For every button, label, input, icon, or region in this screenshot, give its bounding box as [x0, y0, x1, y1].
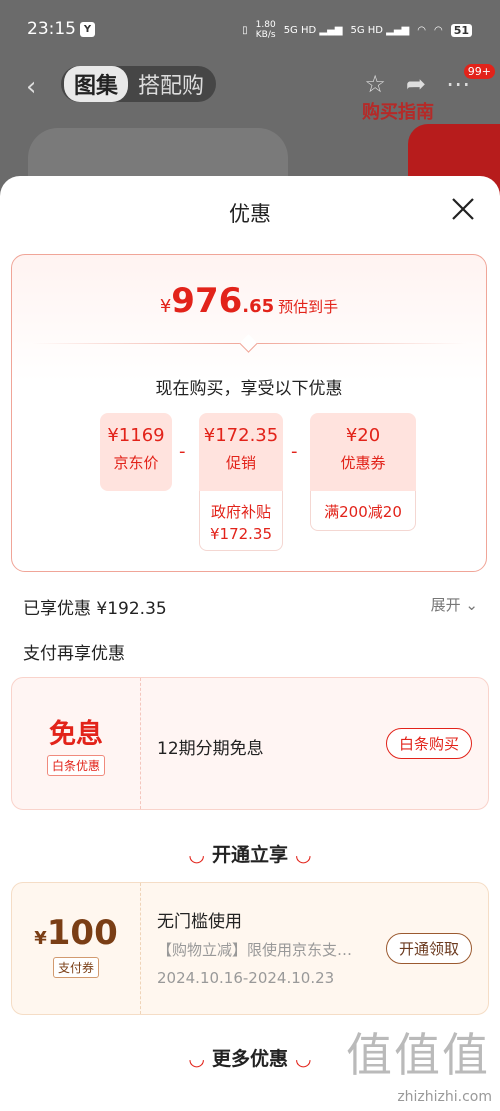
interest-free-title: 免息	[49, 719, 103, 750]
interest-free-card: 免息 白条优惠 12期分期免息 白条购买	[11, 677, 489, 810]
jd-price-value: ¥1169	[107, 425, 165, 446]
vibrate-icon: ▯	[242, 24, 248, 36]
estimated-price: ¥976.65 预估到手	[159, 281, 339, 321]
chevron-down-icon: ⌄	[465, 596, 478, 614]
clock: 23:15	[27, 19, 76, 39]
close-icon[interactable]	[450, 196, 476, 222]
sheet-title: 优惠	[229, 202, 271, 226]
share-icon[interactable]: ➦	[406, 70, 426, 98]
coupon-label: 优惠券	[340, 454, 386, 472]
divider-notch	[239, 334, 258, 353]
baitiao-tag: 白条优惠	[46, 755, 105, 776]
coupon-value: ¥20	[345, 425, 381, 446]
watermark-text: zhizhizhi.com	[397, 1089, 492, 1105]
subsidy-label: 政府补贴	[210, 503, 271, 521]
section-open-enjoy: ◡ 开通立享 ◡	[189, 844, 311, 866]
back-icon[interactable]: ‹	[26, 72, 36, 102]
discount-subtitle: 现在购买，享受以下优惠	[155, 379, 343, 399]
coupon-desc: 【购物立减】限使用京东支…	[157, 941, 353, 959]
smile-arc-icon: ◡	[296, 844, 311, 866]
status-bar: 23:15 Y ▯ 1.80 KB/s 5G HD ▂▄▆ 5G HD ▂▄▆ ◠…	[0, 0, 500, 60]
minus-sign: -	[179, 441, 186, 462]
price-card: ¥976.65 预估到手 现在购买，享受以下优惠 ¥1169 京东价 - ¥172…	[11, 254, 487, 572]
star-icon[interactable]: ☆	[364, 70, 386, 98]
signal-icon-1: 5G HD ▂▄▆	[283, 24, 343, 36]
pay-coupon-tag: 支付券	[52, 957, 99, 978]
net-speed: 1.80 KB/s	[255, 20, 276, 40]
installment-desc: 12期分期免息	[157, 739, 264, 759]
status-icons: ▯ 1.80 KB/s 5G HD ▂▄▆ 5G HD ▂▄▆ ◠ ◠ 51	[242, 20, 472, 40]
product-tabs: 图集 搭配购	[61, 66, 217, 102]
promotion-label: 促销	[225, 454, 256, 472]
coupon-condition: 满200减20	[324, 503, 402, 521]
signal-icon-2: 5G HD ▂▄▆	[350, 24, 410, 36]
coupon-title: 无门槛使用	[157, 912, 242, 932]
watermark-logo: 值值值	[346, 1028, 490, 1082]
jd-price-box: ¥1169 京东价	[100, 413, 172, 491]
pay-discount-title: 支付再享优惠	[23, 644, 125, 664]
discount-sheet: 优惠 ¥976.65 预估到手 现在购买，享受以下优惠 ¥1169 京东价 - ¥…	[0, 176, 500, 1111]
interest-free-left: 免息 白条优惠	[12, 678, 141, 809]
payment-coupon-left: ¥100 支付券	[12, 883, 141, 1014]
smile-arc-icon: ◡	[189, 844, 204, 866]
nav-icons: ☆ ➦ ⋯	[364, 70, 470, 98]
wifi-icon-2: ◠	[433, 24, 443, 36]
battery-icon: 51	[450, 23, 472, 37]
coupon-box: ¥20 优惠券 满200减20	[310, 413, 416, 531]
jd-price-label: 京东价	[113, 454, 159, 472]
subsidy-value: ¥172.35	[209, 525, 273, 543]
guide-banner-text: 购买指南	[362, 102, 434, 123]
coupon-amount: ¥100	[34, 913, 118, 953]
expand-button[interactable]: 展开 ⌄	[431, 594, 478, 615]
guide-banner: 购买指南	[322, 96, 500, 204]
open-claim-button[interactable]: 开通领取	[385, 933, 472, 964]
minus-sign: -	[291, 441, 298, 462]
coupon-dates: 2024.10.16-2024.10.23	[157, 969, 335, 987]
tab-gallery[interactable]: 图集	[64, 66, 129, 102]
smile-arc-icon: ◡	[296, 1048, 311, 1070]
promotion-box: ¥172.35 促销 政府补贴 ¥172.35	[199, 413, 283, 551]
tab-bundle[interactable]: 搭配购	[138, 68, 204, 100]
baitiao-buy-button[interactable]: 白条购买	[385, 728, 472, 759]
message-badge: 99+	[463, 64, 495, 79]
wifi-icon: ◠	[417, 24, 426, 36]
smile-arc-icon: ◡	[189, 1048, 204, 1070]
app-notification-icon: Y	[80, 22, 95, 37]
estimated-label: 预估到手	[278, 298, 339, 316]
enjoyed-discount: 已享优惠 ¥192.35	[23, 599, 167, 619]
payment-coupon-card: ¥100 支付券 无门槛使用 【购物立减】限使用京东支… 2024.10.16-…	[11, 882, 489, 1015]
promotion-value: ¥172.35	[203, 425, 279, 446]
